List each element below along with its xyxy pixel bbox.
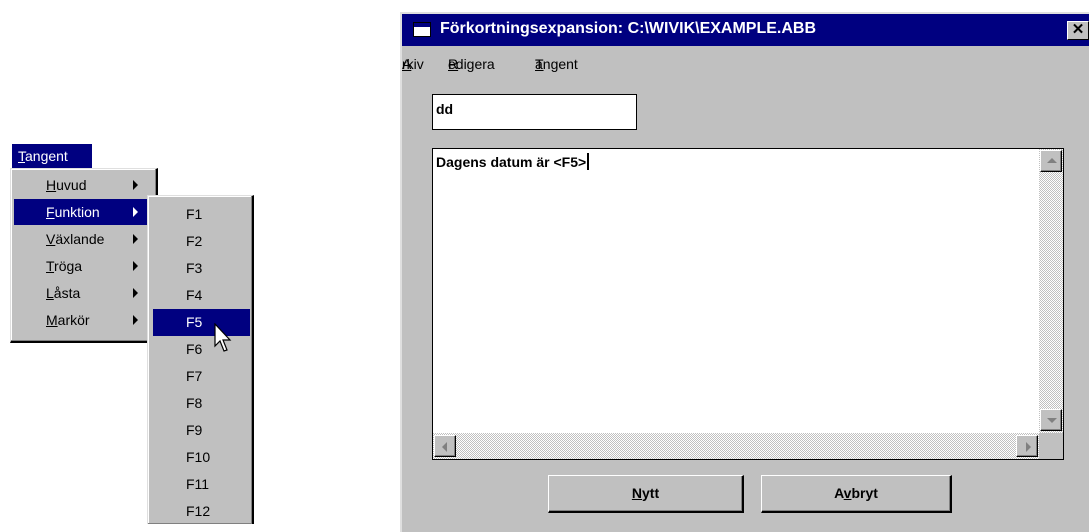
menu-item-f6[interactable]: F6 (153, 336, 250, 363)
menu-item-troga-mnemonic: T (46, 258, 55, 274)
menu-item-f4[interactable]: F4 (153, 282, 250, 309)
menu-item-markor-label: arkör (57, 312, 90, 328)
scroll-down-button[interactable] (1040, 409, 1062, 431)
menu-item-f9-label: F9 (186, 422, 203, 438)
menu-tangent-window-label: angent (535, 56, 578, 72)
cancel-button[interactable]: Avbryt (761, 475, 952, 513)
menu-item-f3-label: F3 (186, 260, 203, 276)
submenu-arrow-icon (133, 261, 138, 271)
menu-item-f10[interactable]: F10 (153, 444, 250, 471)
submenu-arrow-icon (133, 288, 138, 298)
menu-item-huvud-mnemonic: H (46, 177, 57, 193)
menu-item-markor-mnemonic: M (46, 312, 58, 328)
menu-item-f8-label: F8 (186, 395, 203, 411)
menu-item-f7[interactable]: F7 (153, 363, 250, 390)
menu-tangent[interactable]: Tangent (12, 144, 92, 168)
menu-item-vaxlande-mnemonic: V (46, 231, 56, 247)
menu-item-f12[interactable]: F12 (153, 498, 250, 525)
vertical-scrollbar[interactable] (1039, 149, 1063, 433)
function-key-submenu: F1 F2 F3 F4 F5 F6 F7 F8 F9 F10 F11 F12 (147, 195, 254, 524)
tangent-dropdown: Huvud Funktion Växlande Tröga Låsta Mark… (10, 168, 158, 343)
menu-item-vaxlande-label: äxlande (55, 231, 105, 247)
scroll-right-button[interactable] (1016, 435, 1038, 457)
cancel-button-label-before: A (834, 485, 844, 501)
abbreviation-input[interactable]: dd (432, 94, 637, 130)
menu-item-huvud[interactable]: Huvud (14, 172, 152, 198)
horizontal-scrollbar[interactable] (433, 433, 1039, 459)
window-titlebar[interactable]: Förkortningsexpansion: C:\WIVIK\EXAMPLE.… (402, 14, 1089, 46)
menu-item-f2[interactable]: F2 (153, 228, 250, 255)
scroll-up-icon (1047, 158, 1057, 163)
window-title: Förkortningsexpansion: C:\WIVIK\EXAMPLE.… (440, 20, 817, 37)
submenu-arrow-icon (133, 315, 138, 325)
menu-item-f5[interactable]: F5 (153, 309, 250, 336)
menu-item-f11[interactable]: F11 (153, 471, 250, 498)
mouse-pointer-icon (214, 323, 232, 352)
scroll-left-icon (442, 442, 447, 452)
scroll-down-icon (1047, 418, 1057, 423)
menu-item-funktion[interactable]: Funktion (14, 199, 152, 225)
menu-item-f1-label: F1 (186, 206, 203, 222)
menu-item-troga[interactable]: Tröga (14, 253, 152, 279)
menu-item-f12-label: F12 (186, 503, 211, 519)
menu-tangent-mnemonic: T (18, 148, 25, 164)
menu-item-lasta[interactable]: Låsta (14, 280, 152, 306)
new-button-mnemonic: N (631, 485, 642, 501)
expansion-text-area[interactable]: Dagens datum är <F5> (432, 148, 1064, 460)
menu-item-f11-label: F11 (186, 476, 210, 492)
scroll-up-button[interactable] (1040, 150, 1062, 172)
close-button[interactable]: ✕ (1067, 21, 1089, 40)
menu-item-lasta-label: åsta (53, 285, 81, 301)
new-button-label-after: ytt (642, 485, 660, 501)
scroll-left-button[interactable] (434, 435, 456, 457)
submenu-arrow-icon (133, 234, 138, 244)
scroll-right-icon (1026, 442, 1031, 452)
menu-item-f9[interactable]: F9 (153, 417, 250, 444)
submenu-arrow-icon (133, 207, 138, 217)
menu-item-huvud-label: uvud (56, 177, 87, 193)
menu-item-f5-label: F5 (186, 314, 203, 330)
menu-item-f7-label: F7 (186, 368, 203, 384)
submenu-arrow-icon (133, 180, 138, 190)
menu-item-funktion-mnemonic: F (46, 204, 55, 220)
menu-item-funktion-label: unktion (54, 204, 100, 220)
abbreviation-value: dd (436, 101, 454, 117)
menu-arkiv-label: rkiv (402, 56, 424, 72)
new-button[interactable]: Nytt (548, 475, 744, 513)
expansion-text: Dagens datum är <F5> (436, 154, 587, 170)
menu-item-f1[interactable]: F1 (153, 201, 250, 228)
menu-item-f10-label: F10 (186, 449, 211, 465)
menu-item-f2-label: F2 (186, 233, 203, 249)
menu-item-markor[interactable]: Markör (14, 307, 152, 333)
menu-redigera-label: edigera (448, 56, 495, 72)
menu-item-f8[interactable]: F8 (153, 390, 250, 417)
menu-item-troga-label: röga (54, 258, 83, 274)
menu-tangent-label: angent (25, 148, 68, 164)
cancel-button-label-after: bryt (851, 485, 878, 501)
menu-item-vaxlande[interactable]: Växlande (14, 226, 152, 252)
menu-item-lasta-mnemonic: L (46, 285, 54, 301)
menu-item-f3[interactable]: F3 (153, 255, 250, 282)
menu-item-f6-label: F6 (186, 341, 203, 357)
scrollbar-corner (1039, 433, 1063, 459)
menu-item-f4-label: F4 (186, 287, 203, 303)
window-icon (413, 22, 431, 37)
text-caret (587, 153, 590, 170)
